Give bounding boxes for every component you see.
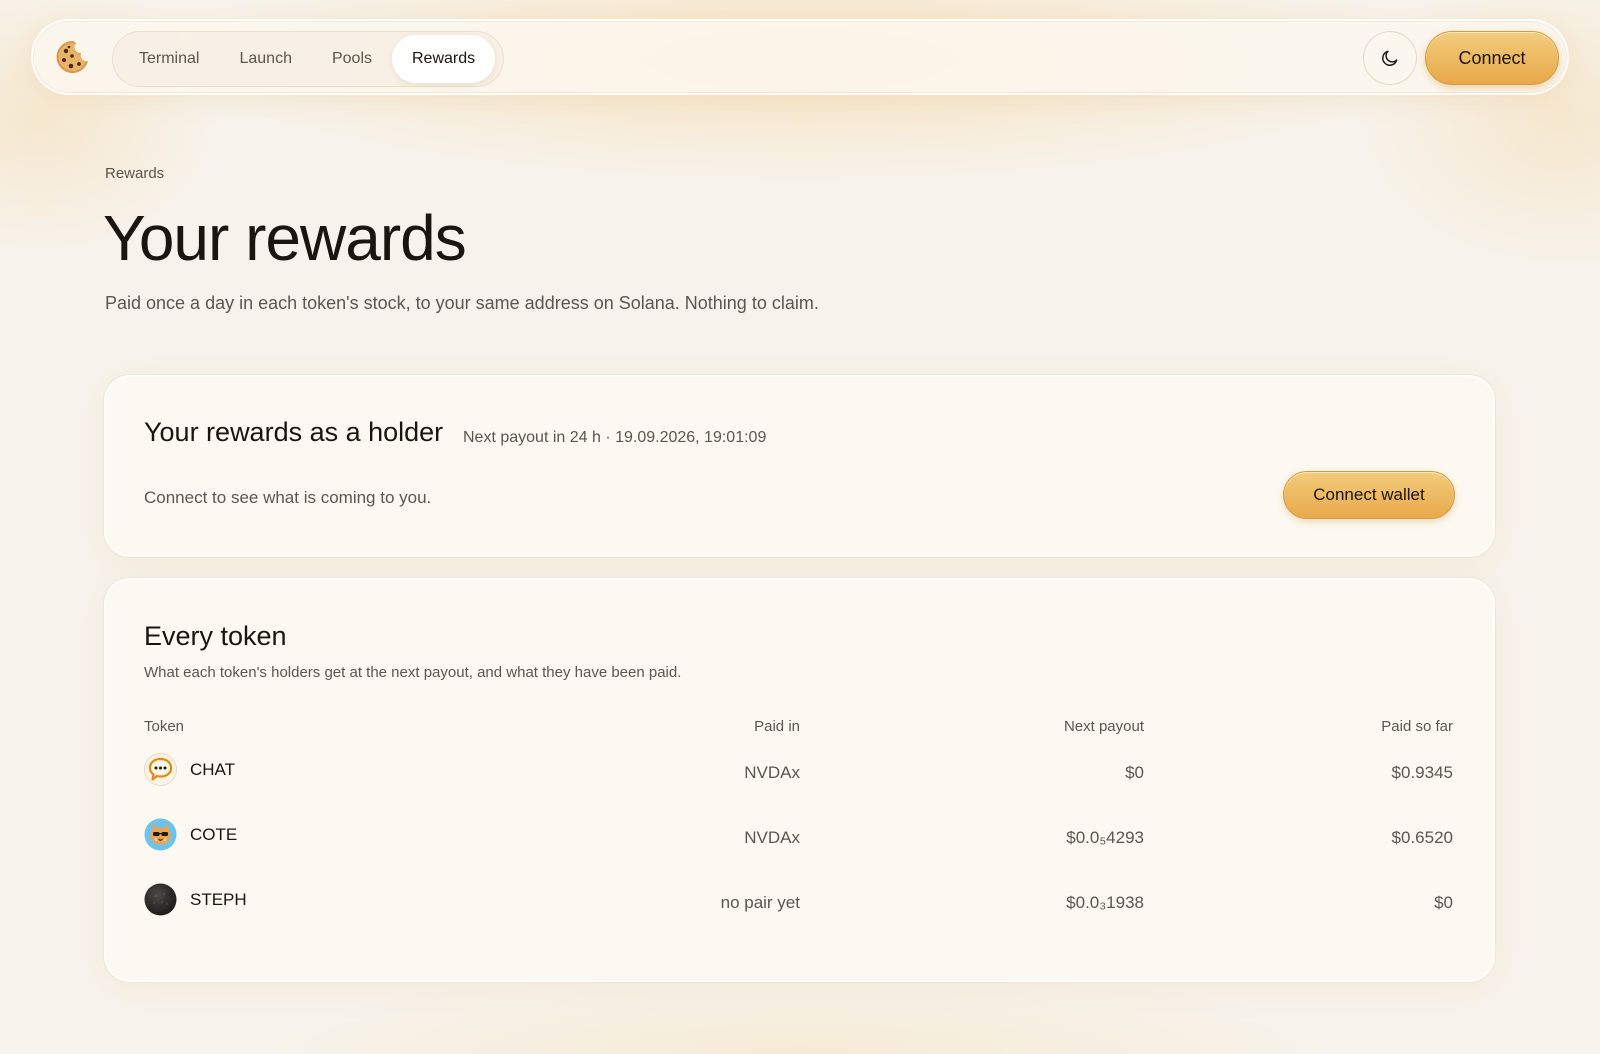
next-payout-value: $0.0₅4293 bbox=[1066, 828, 1144, 847]
connect-wallet-button[interactable]: Connect wallet bbox=[1283, 471, 1455, 519]
paid-in-value: no pair yet bbox=[720, 893, 800, 912]
holder-rewards-description: Connect to see what is coming to you. bbox=[144, 488, 432, 507]
column-header-token: Token bbox=[144, 718, 185, 735]
theme-toggle-button[interactable] bbox=[1363, 31, 1417, 85]
top-navigation-bar: Terminal Launch Pools Rewards Connect bbox=[31, 19, 1569, 95]
nav-tab-pools[interactable]: Pools bbox=[312, 35, 392, 83]
paid-so-far-value: $0.6520 bbox=[1391, 828, 1453, 847]
table-row[interactable]: COTE NVDAx $0.0₅4293 $0.6520 bbox=[106, 817, 1493, 857]
holder-rewards-title: Your rewards as a holder bbox=[144, 417, 444, 447]
every-token-title: Every token bbox=[144, 621, 287, 651]
paid-in-value: NVDAx bbox=[744, 828, 800, 847]
dark-token-icon bbox=[144, 883, 177, 916]
paid-so-far-value: $0 bbox=[1434, 893, 1453, 912]
column-header-next-payout: Next payout bbox=[1063, 718, 1144, 735]
column-header-paid-in: Paid in bbox=[754, 718, 800, 735]
every-token-description: What each token's holders get at the nex… bbox=[144, 664, 682, 681]
cookie-logo-icon[interactable] bbox=[55, 39, 91, 75]
nav-tab-terminal[interactable]: Terminal bbox=[119, 35, 219, 83]
column-header-paid-so-far: Paid so far bbox=[1381, 718, 1453, 735]
next-payout-value: $0 bbox=[1125, 763, 1144, 782]
chat-bubble-icon bbox=[144, 753, 177, 786]
token-name: STEPH bbox=[190, 890, 247, 909]
connect-button[interactable]: Connect bbox=[1425, 31, 1559, 85]
breadcrumb: Rewards bbox=[105, 165, 165, 182]
holder-rewards-card: Your rewards as a holder Next payout in … bbox=[104, 375, 1495, 557]
next-payout-value: $0.0₃1938 bbox=[1066, 893, 1144, 912]
cat-icon bbox=[144, 818, 177, 851]
token-name: COTE bbox=[190, 825, 238, 844]
table-row[interactable]: CHAT NVDAx $0 $0.9345 bbox=[106, 752, 1493, 792]
page-subtitle: Paid once a day in each token's stock, t… bbox=[105, 293, 819, 313]
nav-tab-rewards[interactable]: Rewards bbox=[392, 35, 496, 83]
nav-tab-launch[interactable]: Launch bbox=[219, 35, 312, 83]
paid-so-far-value: $0.9345 bbox=[1391, 763, 1453, 782]
token-name: CHAT bbox=[190, 760, 236, 779]
page-title: Your rewards bbox=[103, 202, 467, 274]
every-token-card: Every token What each token's holders ge… bbox=[104, 578, 1495, 982]
main-nav: Terminal Launch Pools Rewards bbox=[112, 31, 504, 87]
next-payout-info: Next payout in 24 h · 19.09.2026, 19:01:… bbox=[463, 429, 767, 446]
moon-icon bbox=[1382, 50, 1398, 66]
paid-in-value: NVDAx bbox=[744, 763, 800, 782]
table-row[interactable]: STEPH no pair yet $0.0₃1938 $0 bbox=[106, 882, 1493, 922]
